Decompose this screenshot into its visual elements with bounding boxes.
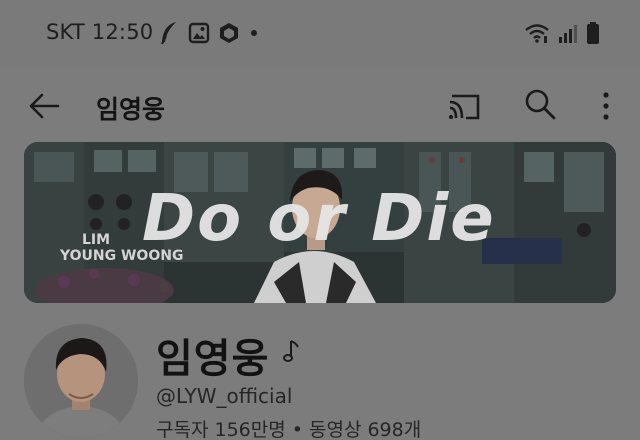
- feather-icon: [161, 22, 176, 45]
- banner-artist-line1: LIM: [82, 232, 110, 248]
- channel-banner[interactable]: Do or Die LIM YOUNG WOONG: [24, 142, 616, 303]
- banner-image: Do or Die LIM YOUNG WOONG: [24, 142, 616, 303]
- status-time: SKT 12:50: [46, 20, 153, 44]
- channel-name: 임영웅: [156, 336, 270, 382]
- gallery-icon: [188, 22, 210, 44]
- wifi-icon: [525, 24, 549, 43]
- channel-handle: @LYW_official: [156, 384, 293, 408]
- search-icon[interactable]: [522, 86, 558, 122]
- system-icons: [524, 20, 600, 46]
- app-bar: 임영웅: [0, 66, 640, 142]
- box-icon: [220, 23, 238, 43]
- banner-logo-text: Do or Die: [142, 182, 496, 256]
- music-note-icon: [283, 340, 299, 362]
- page-title: 임영웅: [96, 95, 166, 124]
- time-label: 12:50: [91, 20, 154, 44]
- avatar-image: [24, 324, 138, 438]
- notification-dot-icon: [251, 30, 257, 36]
- banner-artist-line2: YOUNG WOONG: [59, 248, 183, 264]
- channel-stats: 구독자 156만명 • 동영상 698개: [156, 419, 422, 440]
- cast-icon[interactable]: [444, 88, 484, 124]
- carrier-label: SKT: [46, 20, 85, 44]
- channel-header: 임영웅 @LYW_official 구독자 156만명 • 동영상 698개: [0, 318, 640, 440]
- back-arrow-icon[interactable]: [22, 88, 66, 124]
- more-options-icon[interactable]: [594, 88, 618, 124]
- channel-avatar[interactable]: [24, 324, 138, 438]
- battery-icon: [587, 22, 599, 44]
- status-bar: SKT 12:50: [0, 0, 640, 66]
- signal-icon: [559, 25, 577, 43]
- notification-icons: [158, 20, 260, 46]
